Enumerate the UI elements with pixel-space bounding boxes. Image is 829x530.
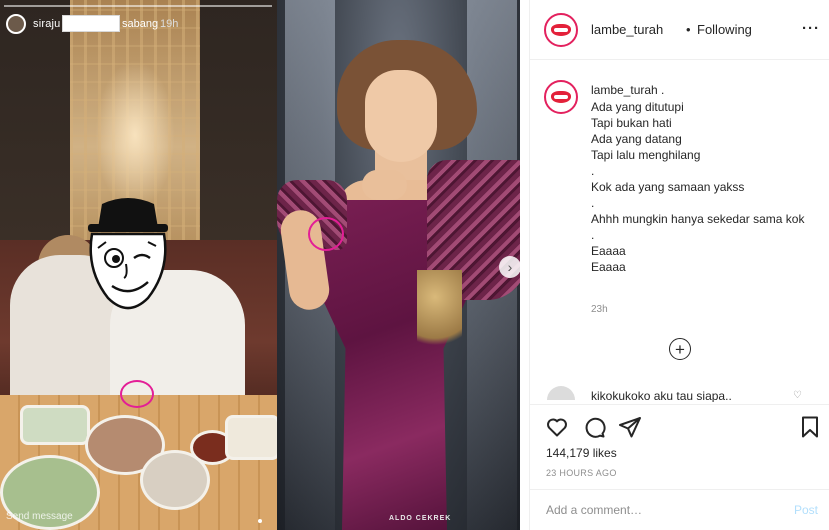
caption-line: Tapi lalu menghilang: [591, 148, 701, 162]
story-avatar: [6, 14, 26, 34]
next-arrow-icon[interactable]: ›: [499, 256, 520, 278]
highlight-circle: [308, 217, 344, 251]
caption-timestamp[interactable]: 23h: [591, 304, 608, 315]
carousel-dot: [258, 519, 262, 523]
action-bar: 144,179 likes 23 HOURS AGO Post: [530, 404, 829, 530]
model-hand: [362, 170, 407, 200]
lamp-glow: [95, 60, 175, 210]
model-face: [365, 70, 437, 162]
comment-like-icon[interactable]: ♡: [793, 390, 803, 400]
story-screenshot-photo: siraju sabang 19h Send message: [0, 0, 277, 530]
cartoon-face-sticker: [88, 198, 168, 310]
story-time: 19h: [160, 18, 179, 30]
caption-line: Tapi bukan hati: [591, 116, 672, 130]
story-progress-bar: [4, 5, 272, 7]
post-age[interactable]: 23 HOURS AGO: [546, 468, 617, 478]
lips-teeth: [554, 95, 568, 99]
bookmark-icon[interactable]: [798, 415, 822, 439]
heart-icon[interactable]: [545, 415, 569, 439]
comment: kikokukoko aku tau siapa..: [591, 389, 791, 402]
dish: [140, 450, 210, 510]
dish: [225, 415, 277, 460]
story-username-end: sabang: [122, 18, 159, 30]
story-send-message: Send message: [6, 511, 73, 522]
highlight-circle: [120, 380, 154, 408]
caption-line: Ada yang ditutupi: [591, 100, 684, 114]
post-comment-button[interactable]: Post: [794, 503, 818, 517]
caption-username[interactable]: lambe_turah .: [591, 83, 664, 97]
load-more-icon[interactable]: +: [669, 338, 691, 360]
following-button[interactable]: Following: [697, 22, 752, 37]
comment-form: Post: [530, 489, 829, 530]
like-count[interactable]: 144,179 likes: [546, 446, 617, 460]
comment-username[interactable]: kikokukoko: [591, 389, 650, 402]
caption-line: Kok ada yang samaan yakss: [591, 180, 745, 194]
photo-watermark: ALDO CEKREK: [389, 515, 452, 522]
comment-input[interactable]: [546, 503, 766, 517]
caption-avatar[interactable]: [544, 80, 578, 114]
story-username-start: siraju: [33, 18, 61, 30]
redaction-box: [62, 15, 120, 32]
comment-body: aku tau siapa..: [653, 389, 732, 402]
caption-line: Ahhh mungkin hanya sekedar sama kok: [591, 212, 805, 226]
separator-dot: •: [686, 22, 691, 37]
caption-text: Ada yang ditutupi Tapi bukan hati Ada ya…: [591, 99, 821, 275]
comment-icon[interactable]: [582, 415, 606, 439]
caption-line: Eaaaa: [591, 244, 626, 258]
avatar[interactable]: [544, 13, 578, 47]
post-media[interactable]: siraju sabang 19h Send message ALDO CEKR…: [0, 0, 520, 530]
fashion-photo: ALDO CEKREK: [277, 0, 520, 530]
post-sidebar: lambe_turah • Following ··· lambe_turah …: [529, 0, 829, 530]
caption-line: Eaaaa: [591, 260, 626, 274]
gold-lace-detail: [417, 270, 462, 360]
caption-line: .: [591, 196, 595, 210]
dish: [20, 405, 90, 445]
share-icon[interactable]: [618, 415, 642, 439]
comment-avatar[interactable]: [547, 386, 575, 400]
post-header: lambe_turah • Following ···: [530, 0, 829, 60]
caption-line: Ada yang datang: [591, 132, 682, 146]
lips-teeth: [554, 28, 568, 32]
more-icon[interactable]: ···: [802, 20, 820, 37]
header-username[interactable]: lambe_turah: [591, 22, 663, 37]
caption-line: .: [591, 228, 595, 242]
caption-line: .: [591, 164, 595, 178]
